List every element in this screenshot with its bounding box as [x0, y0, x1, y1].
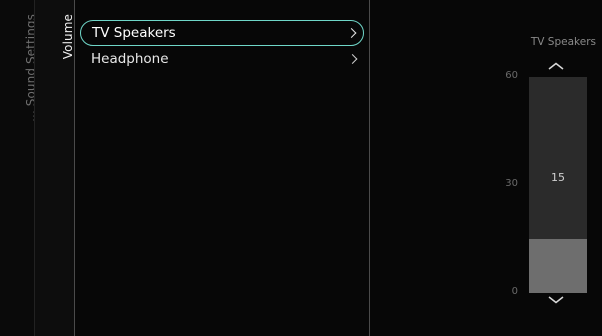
chevron-right-icon: [346, 28, 357, 38]
breadcrumb-volume[interactable]: Volume: [34, 0, 75, 336]
divider: [369, 0, 370, 336]
volume-settings-screen: ... Sound Settings Volume TV Speakers He…: [0, 0, 602, 336]
volume-menu-list: TV Speakers Headphone: [80, 20, 364, 71]
slider-tick-mid: 30: [505, 178, 518, 189]
menu-item-label: Headphone: [91, 50, 169, 67]
divider: [34, 0, 35, 336]
chevron-down-icon[interactable]: [548, 296, 564, 304]
chevron-right-icon: [347, 53, 358, 64]
menu-item-label: TV Speakers: [92, 25, 176, 41]
slider-tick-max: 60: [505, 70, 518, 81]
breadcrumb-volume-label: Volume: [61, 14, 75, 60]
volume-slider-fill: [529, 239, 587, 293]
volume-slider[interactable]: 15: [529, 77, 587, 293]
menu-item-tv-speakers[interactable]: TV Speakers: [80, 20, 364, 46]
chevron-up-icon[interactable]: [548, 62, 564, 70]
volume-value: 15: [551, 171, 565, 184]
breadcrumb-sound-settings[interactable]: ... Sound Settings: [0, 0, 38, 336]
menu-item-headphone[interactable]: Headphone: [80, 46, 364, 71]
divider: [74, 0, 75, 336]
slider-tick-min: 0: [511, 286, 518, 297]
slider-title: TV Speakers: [530, 36, 596, 48]
